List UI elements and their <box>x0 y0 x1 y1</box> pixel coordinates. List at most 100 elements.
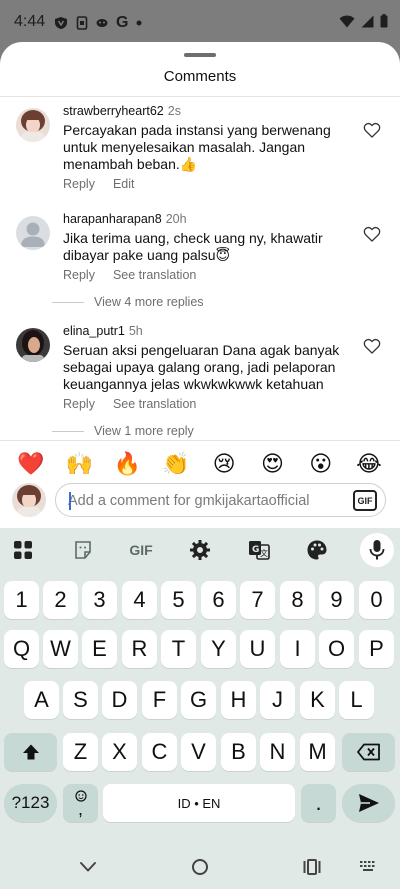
back-icon[interactable] <box>76 855 100 879</box>
like-heart-icon[interactable] <box>362 336 382 356</box>
reply-button[interactable]: Reply <box>63 177 95 191</box>
emoji-fire[interactable]: 🔥 <box>113 449 143 479</box>
key-r[interactable]: R <box>122 630 157 668</box>
view-more-replies[interactable]: View 4 more replies <box>52 295 204 309</box>
key-z[interactable]: Z <box>63 733 98 771</box>
emoji-raising-hands[interactable]: 🙌 <box>64 449 94 479</box>
key-q[interactable]: Q <box>4 630 39 668</box>
comment-username[interactable]: elina_putr1 <box>63 324 125 338</box>
avatar[interactable] <box>16 108 50 142</box>
emoji-crying[interactable]: 😢 <box>209 449 239 479</box>
translate-icon[interactable]: G文 <box>244 536 274 564</box>
key-w[interactable]: W <box>43 630 78 668</box>
avatar[interactable] <box>16 216 50 250</box>
key-y[interactable]: Y <box>201 630 236 668</box>
mic-icon[interactable] <box>360 533 394 567</box>
comments-sheet: Comments strawberryheart62 2s Percayakan … <box>0 42 400 528</box>
screenshot-icon <box>76 16 88 30</box>
sticker-icon[interactable] <box>68 536 98 564</box>
key-g[interactable]: G <box>181 681 216 719</box>
gif-icon[interactable]: GIF <box>124 536 158 564</box>
key-i[interactable]: I <box>280 630 315 668</box>
reply-button[interactable]: Reply <box>63 268 95 282</box>
key-j[interactable]: J <box>260 681 295 719</box>
comment-username[interactable]: strawberryheart62 <box>63 104 164 118</box>
reply-button[interactable]: Reply <box>63 397 95 411</box>
divider <box>0 96 400 97</box>
key-x[interactable]: X <box>102 733 137 771</box>
palette-icon[interactable] <box>302 536 332 564</box>
emoji-quick-bar: ❤️ 🙌 🔥 👏 😢 😍 😮 😂 <box>0 449 400 479</box>
key-9[interactable]: 9 <box>319 581 354 619</box>
edit-button[interactable]: Edit <box>113 177 135 191</box>
settings-icon[interactable] <box>185 536 215 564</box>
key-e[interactable]: E <box>82 630 117 668</box>
dot-icon <box>136 20 142 26</box>
comment-text: Jika terima uang, check uang ny, khawati… <box>63 230 323 263</box>
shift-key[interactable] <box>4 733 57 771</box>
sheet-title: Comments <box>163 68 237 85</box>
emoji-clapping[interactable]: 👏 <box>161 449 191 479</box>
see-translation-button[interactable]: See translation <box>113 397 196 411</box>
divider <box>0 440 400 441</box>
key-o[interactable]: O <box>319 630 354 668</box>
key-t[interactable]: T <box>161 630 196 668</box>
key-c[interactable]: C <box>142 733 177 771</box>
divider <box>52 301 84 303</box>
key-3[interactable]: 3 <box>82 581 117 619</box>
key-v[interactable]: V <box>181 733 216 771</box>
keyboard: GIF G文 1 2 3 4 5 6 7 8 9 0 Q W E R T Y U… <box>0 528 400 889</box>
key-u[interactable]: U <box>240 630 275 668</box>
key-p[interactable]: P <box>359 630 394 668</box>
key-s[interactable]: S <box>63 681 98 719</box>
space-key[interactable]: ID • EN <box>103 784 295 822</box>
key-4[interactable]: 4 <box>122 581 157 619</box>
recents-icon[interactable] <box>300 855 324 879</box>
drag-handle[interactable] <box>184 53 216 57</box>
emoji-comma-key[interactable]: , <box>63 784 98 822</box>
key-6[interactable]: 6 <box>201 581 236 619</box>
avatar[interactable] <box>16 328 50 362</box>
gif-button[interactable]: GIF <box>353 490 377 511</box>
backspace-key[interactable] <box>342 733 395 771</box>
keyboard-toolbar: GIF G文 <box>0 528 400 572</box>
key-2[interactable]: 2 <box>43 581 78 619</box>
key-k[interactable]: K <box>300 681 335 719</box>
comment-text: Percayakan pada instansi yang berwenang … <box>63 122 331 172</box>
key-f[interactable]: F <box>142 681 177 719</box>
key-n[interactable]: N <box>260 733 295 771</box>
keyboard-switch-icon[interactable] <box>356 855 380 879</box>
key-5[interactable]: 5 <box>161 581 196 619</box>
key-m[interactable]: M <box>300 733 335 771</box>
home-icon[interactable] <box>188 855 212 879</box>
key-0[interactable]: 0 <box>359 581 394 619</box>
key-1[interactable]: 1 <box>4 581 39 619</box>
apps-icon[interactable] <box>8 536 38 564</box>
send-key[interactable] <box>342 784 395 822</box>
period-key[interactable]: . <box>301 784 336 822</box>
key-d[interactable]: D <box>102 681 137 719</box>
emoji-laughing[interactable]: 😂 <box>354 449 384 479</box>
vpn-icon <box>55 17 67 29</box>
key-b[interactable]: B <box>221 733 256 771</box>
comment-input-field[interactable]: GIF <box>55 483 386 517</box>
like-heart-icon[interactable] <box>362 224 382 244</box>
key-8[interactable]: 8 <box>280 581 315 619</box>
symbols-key[interactable]: ?123 <box>4 784 57 822</box>
key-l[interactable]: L <box>339 681 374 719</box>
emoji-heart-eyes[interactable]: 😍 <box>257 449 287 479</box>
key-7[interactable]: 7 <box>240 581 275 619</box>
key-a[interactable]: A <box>24 681 59 719</box>
emoji-heart[interactable]: ❤️ <box>16 449 46 479</box>
see-translation-button[interactable]: See translation <box>113 268 196 282</box>
comment-time: 20h <box>165 212 187 226</box>
emoji-surprised[interactable]: 😮 <box>306 449 336 479</box>
status-bar: 4:44 G <box>0 0 400 44</box>
my-avatar <box>12 483 46 517</box>
view-more-replies[interactable]: View 1 more reply <box>52 424 194 438</box>
like-heart-icon[interactable] <box>362 120 382 140</box>
comment-input[interactable] <box>68 491 338 511</box>
comment-username[interactable]: harapanharapan8 <box>63 212 162 226</box>
key-h[interactable]: H <box>221 681 256 719</box>
send-icon <box>358 794 379 812</box>
